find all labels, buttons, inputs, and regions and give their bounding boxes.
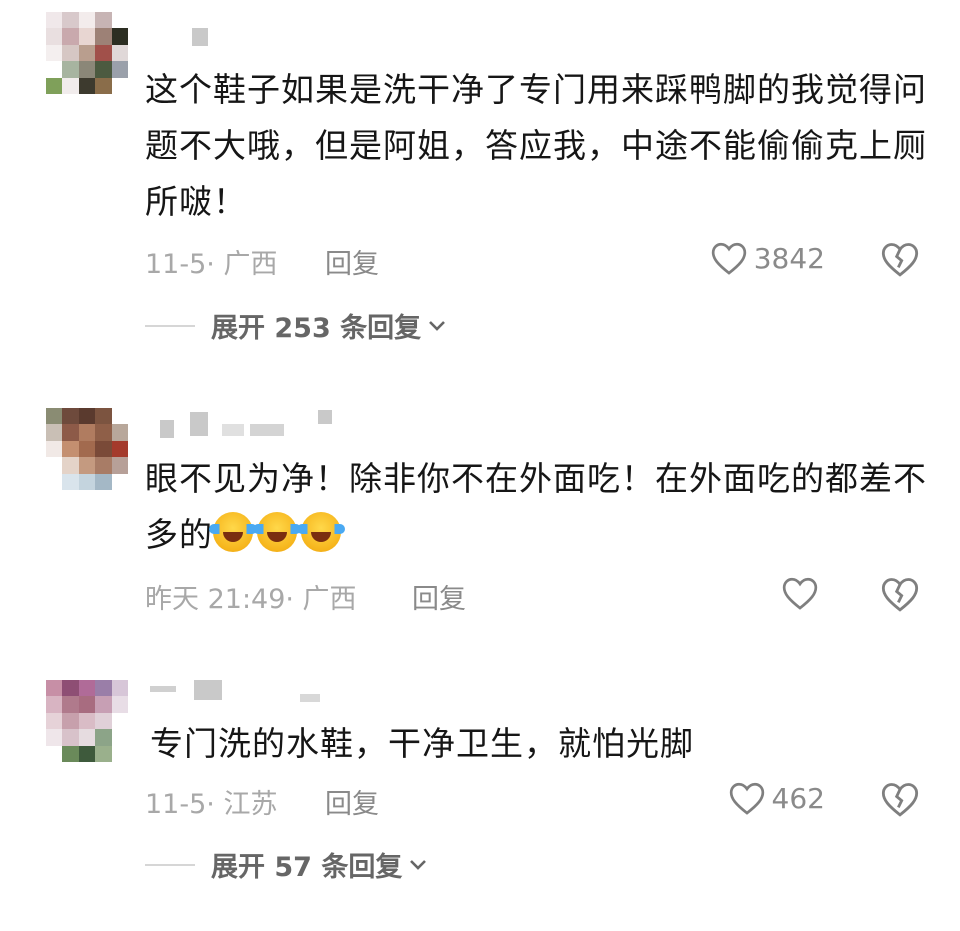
- dislike-button[interactable]: [880, 575, 920, 617]
- heart-outline-icon: [782, 577, 818, 610]
- reply-button[interactable]: 回复: [325, 782, 379, 821]
- divider-line: [145, 324, 195, 327]
- broken-heart-icon: [881, 243, 919, 277]
- reply-button[interactable]: 回复: [412, 577, 466, 616]
- avatar[interactable]: [46, 408, 128, 490]
- like-button[interactable]: [781, 575, 825, 611]
- comment-meta: 昨天 21:49· 广西: [145, 584, 357, 615]
- heart-outline-icon: [711, 242, 746, 275]
- broken-heart-icon: [881, 783, 919, 817]
- username-blurred[interactable]: [150, 676, 350, 706]
- crying-laughing-emoji: [253, 512, 301, 552]
- chevron-down-icon: [410, 859, 427, 870]
- chevron-down-icon: [429, 320, 446, 331]
- comment-text: 这个鞋子如果是洗干净了专门用来踩鸭脚的我觉得问题不大哦，但是阿姐，答应我，中途不…: [145, 70, 927, 221]
- comment-meta: 11-5· 广西: [145, 249, 278, 280]
- expand-replies-button[interactable]: 展开 57 条回复: [145, 845, 428, 884]
- dislike-button[interactable]: [880, 240, 920, 282]
- avatar[interactable]: [46, 12, 128, 94]
- divider-line: [145, 863, 195, 866]
- username-blurred[interactable]: [150, 408, 350, 438]
- avatar[interactable]: [46, 680, 128, 762]
- like-button[interactable]: 462: [728, 780, 825, 816]
- broken-heart-icon: [881, 578, 919, 612]
- heart-outline-icon: [729, 782, 764, 815]
- username-blurred[interactable]: [150, 24, 230, 54]
- expand-replies-label: 展开 57 条回复: [211, 852, 403, 883]
- dislike-button[interactable]: [880, 780, 920, 822]
- expand-replies-label: 展开 253 条回复: [211, 313, 422, 344]
- reply-button[interactable]: 回复: [325, 242, 379, 281]
- crying-laughing-emoji: [297, 512, 345, 552]
- comment-text: 专门洗的水鞋，干净卫生，就怕光脚: [150, 724, 694, 763]
- like-count: 3842: [753, 241, 825, 275]
- comment-text: 眼不见为净！除非你不在外面吃！在外面吃的都差不多的: [145, 451, 935, 563]
- like-count: 462: [771, 781, 825, 815]
- comment-meta: 11-5· 江苏: [145, 789, 278, 820]
- crying-laughing-emoji: [209, 512, 257, 552]
- expand-replies-button[interactable]: 展开 253 条回复: [145, 306, 447, 345]
- like-button[interactable]: 3842: [710, 240, 825, 276]
